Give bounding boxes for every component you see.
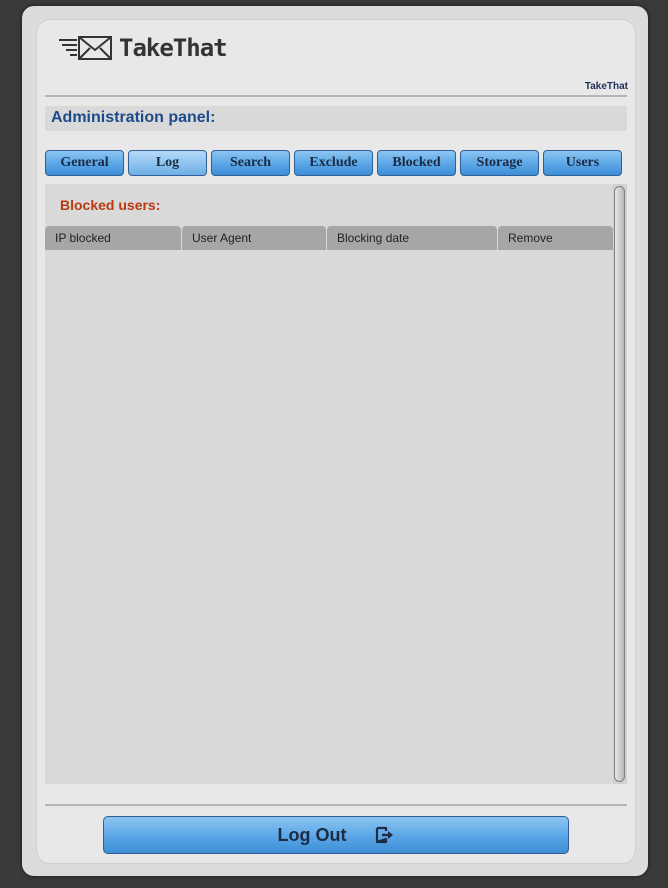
column-ip-blocked[interactable]: IP blocked <box>45 226 181 250</box>
table-header: IP blocked User Agent Blocking date Remo… <box>45 226 613 250</box>
tab-log[interactable]: Log <box>128 150 207 176</box>
page-title: Administration panel: <box>51 109 216 126</box>
app-frame: TakeThat TakeThat Administration panel: … <box>22 6 648 876</box>
scrollbar[interactable] <box>613 184 627 784</box>
divider-top <box>45 95 627 97</box>
logo-text: TakeThat <box>119 34 228 62</box>
tab-general[interactable]: General <box>45 150 124 176</box>
section-title: Blocked users: <box>60 197 161 213</box>
blocked-users-panel: Blocked users: IP blocked User Agent Blo… <box>45 184 613 784</box>
tab-search[interactable]: Search <box>211 150 290 176</box>
tab-users[interactable]: Users <box>543 150 622 176</box>
tab-storage[interactable]: Storage <box>460 150 539 176</box>
logout-icon <box>376 826 394 844</box>
tab-blocked[interactable]: Blocked <box>377 150 456 176</box>
logout-button[interactable]: Log Out <box>103 816 569 854</box>
envelope-speed-icon <box>59 36 112 60</box>
admin-container: TakeThat TakeThat Administration panel: … <box>36 19 636 864</box>
tab-bar: General Log Search Exclude Blocked Stora… <box>45 150 625 176</box>
panel-header: Administration panel: <box>45 106 627 131</box>
scrollbar-thumb[interactable] <box>614 186 625 782</box>
brand-label[interactable]: TakeThat <box>585 81 628 92</box>
column-remove[interactable]: Remove <box>498 226 613 250</box>
column-user-agent[interactable]: User Agent <box>182 226 326 250</box>
column-blocking-date[interactable]: Blocking date <box>327 226 497 250</box>
logo: TakeThat <box>57 32 228 64</box>
tab-exclude[interactable]: Exclude <box>294 150 373 176</box>
divider-bottom <box>45 804 627 806</box>
logout-label: Log Out <box>277 824 347 845</box>
